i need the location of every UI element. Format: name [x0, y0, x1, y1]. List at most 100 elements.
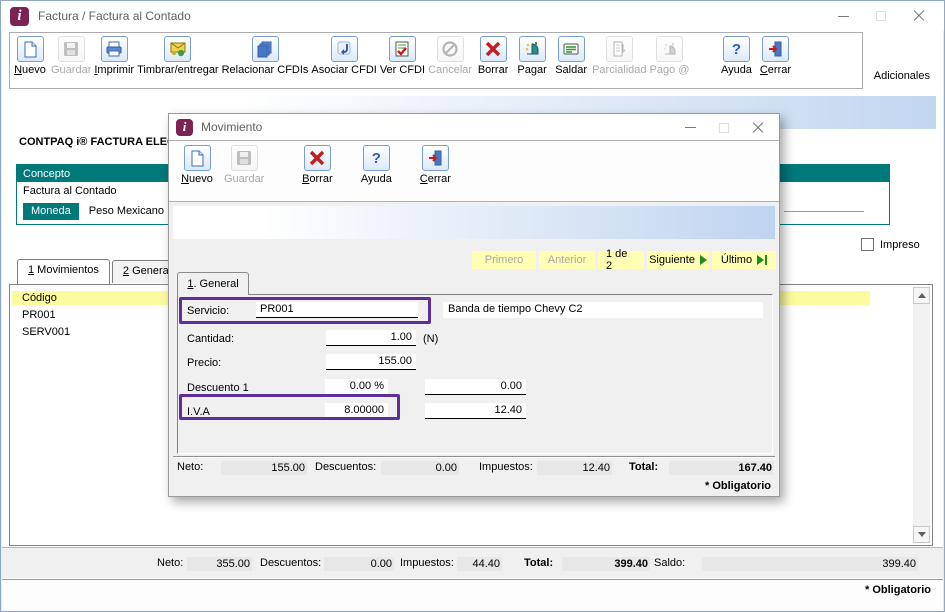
printer-icon	[100, 36, 128, 62]
electronic-payment-icon	[655, 36, 683, 62]
partial-list-icon	[605, 36, 633, 62]
minimize-icon	[684, 127, 696, 128]
parcialidad-button: Parcialidad	[592, 36, 647, 76]
ver-cfdi-button[interactable]: Ver CFDI	[380, 36, 425, 76]
moneda-value[interactable]: Peso Mexicano	[89, 205, 164, 217]
empty-field-line[interactable]	[784, 211, 864, 212]
dialog-minimize-button[interactable]	[673, 117, 707, 139]
dialog-title: Movimiento	[201, 120, 263, 134]
descuentos-value: 0.00	[324, 557, 394, 571]
arrow-down-icon	[917, 532, 926, 537]
relacionar-cfdis-button[interactable]: Relacionar CFDIs	[222, 36, 308, 76]
descuentos-value: 0.00	[381, 461, 459, 475]
nav-ultimo-button[interactable]: Último	[712, 251, 776, 269]
impuestos-value: 12.40	[537, 461, 612, 475]
dialog-cerrar-button[interactable]: Cerrar	[417, 145, 453, 185]
iva-rate-input[interactable]: 8.00000	[325, 403, 388, 419]
help-question-icon: ?	[722, 36, 750, 62]
note-lines-icon	[557, 36, 585, 62]
maximize-icon	[876, 11, 886, 21]
adicionales-label[interactable]: Adicionales	[874, 70, 930, 82]
nav-siguiente-button[interactable]: Siguiente	[647, 251, 709, 269]
main-titlebar: i Factura / Factura al Contado	[1, 1, 944, 31]
exit-door-icon	[761, 36, 789, 62]
close-icon	[752, 122, 764, 134]
descuento-percent-input[interactable]: 0.00 %	[325, 379, 388, 395]
maximize-icon	[719, 122, 729, 133]
saldo-value: 399.40	[702, 557, 918, 571]
scroll-up-button[interactable]	[913, 287, 930, 304]
neto-label: Neto:	[157, 557, 184, 569]
impreso-checkbox[interactable]	[861, 238, 874, 251]
general-fields-panel: Servicio: PR001 Banda de tiempo Chevy C2…	[177, 294, 773, 454]
maximize-button[interactable]	[862, 3, 900, 29]
servicio-label: Servicio:	[187, 305, 230, 317]
pago-arroba-button: Pago @	[650, 36, 689, 76]
main-window: i Factura / Factura al Contado Nuevo Gua…	[0, 0, 945, 612]
main-toolbar: Nuevo Guardar Imprimir Timbrar/entregar	[9, 32, 863, 89]
precio-input[interactable]: 155.00	[326, 354, 416, 370]
timbrar-entregar-button[interactable]: Timbrar/entregar	[137, 36, 219, 76]
contpaq-logo-icon: i	[10, 6, 29, 26]
impuestos-label: Impuestos:	[400, 557, 454, 569]
contpaq-logo-icon: i	[176, 118, 193, 136]
iva-label: I.V.A	[187, 406, 210, 418]
dialog-borrar-button[interactable]: Borrar	[299, 145, 335, 185]
saldo-label: Saldo:	[654, 557, 686, 569]
ayuda-button[interactable]: ? Ayuda	[718, 36, 754, 76]
moneda-label: Moneda	[23, 202, 79, 220]
iva-amount-field[interactable]: 12.40	[425, 403, 526, 419]
new-document-icon	[183, 145, 211, 171]
cash-register-icon	[518, 36, 546, 62]
imprimir-button[interactable]: Imprimir	[94, 36, 134, 76]
dialog-tab-general[interactable]: 1. General	[177, 272, 249, 295]
servicio-description: Banda de tiempo Chevy C2	[443, 302, 763, 318]
document-check-icon	[388, 36, 416, 62]
last-arrow-icon	[757, 255, 765, 265]
red-x-icon	[303, 145, 331, 171]
obligatorio-bar: * Obligatorio	[2, 579, 943, 611]
impuestos-value: 44.40	[457, 557, 502, 571]
cerrar-button[interactable]: Cerrar	[757, 36, 793, 76]
record-navigation: Primero Anterior 1 de 2 Siguiente Último	[472, 248, 776, 272]
impreso-label: Impreso	[880, 238, 920, 251]
dialog-guardar-button: Guardar	[224, 145, 264, 185]
dialog-toolbar: Nuevo Guardar Borrar ? Ayuda Cerrar	[169, 141, 779, 202]
scroll-down-button[interactable]	[913, 526, 930, 543]
saldar-button[interactable]: Saldar	[553, 36, 589, 76]
window-title: Factura / Factura al Contado	[38, 9, 191, 23]
dialog-ayuda-button[interactable]: ? Ayuda	[358, 145, 394, 185]
minimize-icon	[837, 15, 849, 17]
nav-position-indicator: 1 de 2	[598, 248, 644, 272]
obligatorio-note: * Obligatorio	[865, 584, 931, 596]
minimize-button[interactable]	[824, 3, 862, 29]
next-arrow-icon	[699, 255, 707, 265]
borrar-button[interactable]: Borrar	[475, 36, 511, 76]
cantidad-unit-suffix: (N)	[423, 333, 439, 345]
neto-value: 355.00	[187, 557, 252, 571]
cancelar-button: Cancelar	[428, 36, 472, 76]
close-button[interactable]	[900, 3, 938, 29]
cantidad-label: Cantidad:	[187, 333, 235, 345]
cantidad-input[interactable]: 1.00	[326, 330, 416, 346]
total-label: Total:	[629, 461, 659, 473]
servicio-input[interactable]: PR001	[256, 302, 418, 318]
nuevo-button[interactable]: Nuevo	[12, 36, 48, 76]
vertical-scrollbar[interactable]	[913, 287, 930, 543]
curved-arrow-icon	[330, 36, 358, 62]
pagar-button[interactable]: Pagar	[514, 36, 550, 76]
asociar-cfdi-button[interactable]: Asociar CFDI	[311, 36, 377, 76]
descuento-label: Descuento 1	[187, 382, 249, 394]
red-x-icon	[479, 36, 507, 62]
neto-label: Neto:	[177, 461, 204, 473]
dialog-nuevo-button[interactable]: Nuevo	[179, 145, 215, 185]
descuento-amount-field[interactable]: 0.00	[425, 379, 526, 395]
dialog-titlebar: i Movimiento	[169, 114, 779, 141]
dialog-close-button[interactable]	[741, 117, 775, 139]
prohibition-circle-icon	[436, 36, 464, 62]
dialog-maximize-button	[707, 117, 741, 139]
nav-primero-button: Primero	[472, 251, 536, 269]
movimiento-totals-bar: Neto: 155.00 Descuentos: 0.00 Impuestos:…	[169, 460, 779, 478]
close-icon	[913, 10, 925, 22]
tab-movimientos[interactable]: 1 Movimientos	[17, 259, 110, 284]
